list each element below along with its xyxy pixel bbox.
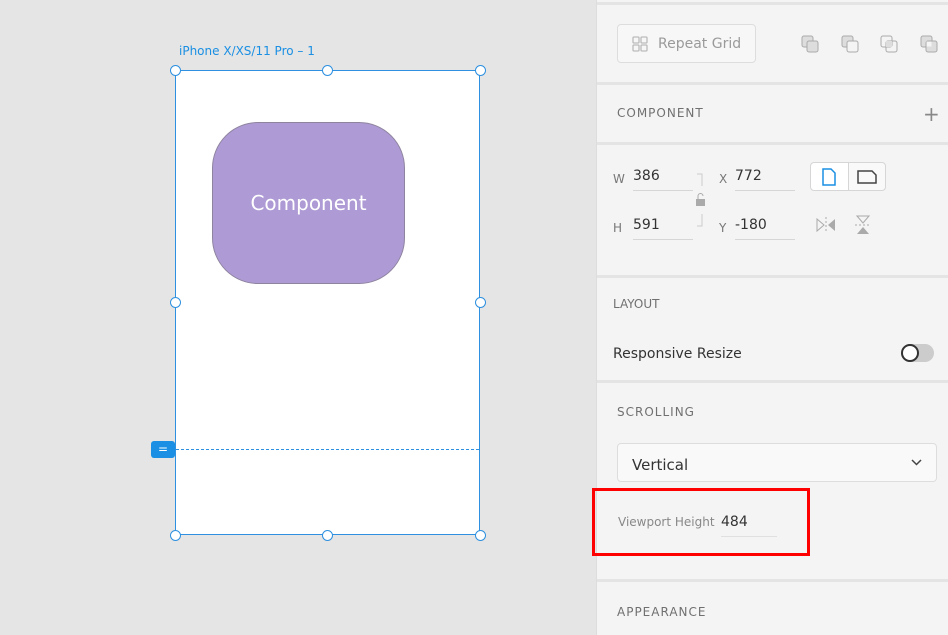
boolean-exclude-icon[interactable] [920, 35, 938, 53]
landscape-button[interactable] [849, 163, 886, 190]
viewport-height-handle[interactable]: = [151, 441, 175, 458]
scrolling-selected: Vertical [632, 456, 689, 474]
appearance-section-title: APPEARANCE [617, 605, 707, 619]
chevron-down-icon [911, 459, 922, 466]
component-section-title: COMPONENT [617, 106, 704, 120]
responsive-resize-toggle[interactable] [901, 344, 934, 362]
resize-handle-br[interactable] [474, 529, 486, 541]
portrait-icon [822, 167, 836, 186]
resize-handle-t[interactable] [321, 64, 333, 76]
component-shape[interactable]: Component [212, 122, 405, 284]
divider [597, 579, 948, 582]
boolean-add-icon[interactable] [801, 35, 819, 53]
artboard-title[interactable]: iPhone X/XS/11 Pro – 1 [179, 44, 315, 58]
y-input[interactable]: -180 [735, 217, 795, 240]
responsive-resize-label: Responsive Resize [613, 346, 742, 362]
flip-horizontal-icon[interactable] [815, 216, 837, 234]
height-label: H [613, 221, 623, 235]
divider [597, 275, 948, 278]
lock-aspect-icon[interactable] [695, 173, 707, 227]
resize-handle-tr[interactable] [474, 64, 486, 76]
scrolling-dropdown[interactable]: Vertical [617, 443, 937, 482]
landscape-icon [857, 169, 877, 184]
height-input[interactable]: 591 [633, 217, 693, 240]
viewport-height-line[interactable] [176, 449, 479, 450]
highlight-box [592, 488, 810, 556]
resize-handle-bl[interactable] [169, 529, 181, 541]
divider [597, 142, 948, 145]
divider [597, 380, 948, 383]
grid-icon [632, 35, 648, 52]
y-label: Y [719, 221, 727, 235]
x-label: X [719, 172, 728, 186]
orientation-toggle [810, 162, 886, 191]
add-state-button[interactable]: + [923, 102, 940, 126]
resize-handle-r[interactable] [474, 296, 486, 308]
x-input[interactable]: 772 [735, 168, 795, 191]
layout-section-title: LAYOUT [613, 297, 660, 311]
scrolling-section-title: SCROLLING [617, 405, 695, 419]
repeat-grid-button[interactable]: Repeat Grid [617, 24, 756, 63]
resize-handle-l[interactable] [169, 296, 181, 308]
portrait-button[interactable] [811, 163, 849, 190]
resize-handle-tl[interactable] [169, 64, 181, 76]
width-input[interactable]: 386 [633, 168, 693, 191]
resize-handle-b[interactable] [321, 529, 333, 541]
flip-vertical-icon[interactable] [854, 214, 872, 236]
component-label: Component [250, 191, 367, 215]
repeat-grid-label: Repeat Grid [658, 35, 742, 52]
boolean-intersect-icon[interactable] [880, 35, 898, 53]
width-label: W [613, 172, 625, 186]
divider [597, 82, 948, 85]
boolean-subtract-icon[interactable] [841, 35, 859, 53]
divider [597, 2, 948, 5]
